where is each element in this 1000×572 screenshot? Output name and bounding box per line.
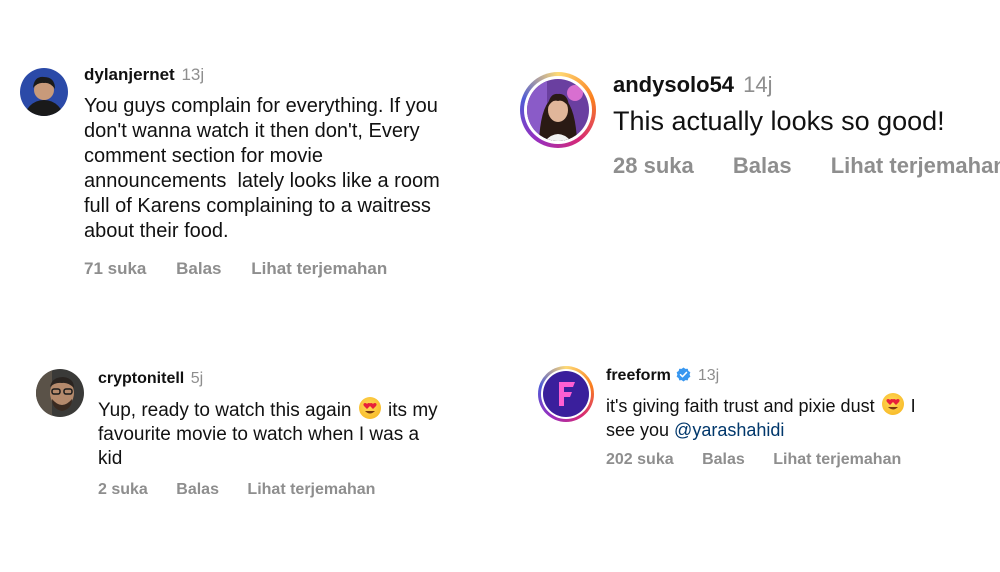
freeform-logo-icon[interactable] (543, 371, 589, 417)
likes-count[interactable]: 28 suka (613, 153, 694, 179)
text-segment: I (905, 396, 916, 416)
reply-button[interactable]: Balas (176, 481, 219, 499)
avatar[interactable] (20, 68, 68, 116)
translate-button[interactable]: Lihat terjemahan (251, 259, 387, 279)
comment-text: Yup, ready to watch this again its my fa… (98, 397, 438, 471)
comment-line: announcements lately looks like a room (84, 170, 440, 192)
heart-eyes-emoji-icon (881, 393, 904, 415)
text-segment: its my (382, 400, 438, 421)
comment-text: it's giving faith trust and pixie dust I… (606, 393, 916, 442)
comment-line: favourite movie to watch when I was a (98, 424, 420, 445)
reply-button[interactable]: Balas (702, 451, 745, 469)
comment-line: Yup, ready to watch this again its my (98, 397, 438, 423)
heart-eyes-emoji-icon (358, 397, 381, 419)
translate-button[interactable]: Lihat terjemahan (247, 481, 375, 499)
comment-line: full of Karens complaining to a waitress (84, 195, 431, 217)
avatar[interactable] (527, 79, 589, 141)
verified-badge-icon (676, 367, 691, 382)
likes-count[interactable]: 202 suka (606, 451, 674, 469)
username[interactable]: andysolo54 (613, 72, 734, 97)
timestamp: 13j (697, 367, 720, 384)
timestamp: 5j (190, 370, 204, 387)
comment-line: You guys complain for everything. If you (84, 95, 438, 117)
likes-count[interactable]: 71 suka (84, 259, 146, 279)
comment-line: about their food. (84, 220, 229, 242)
reply-button[interactable]: Balas (176, 259, 221, 279)
reply-button[interactable]: Balas (733, 153, 792, 179)
username[interactable]: dylanjernet (84, 65, 175, 84)
translate-button[interactable]: Lihat terjemahan (831, 153, 1000, 179)
text-segment: see you (606, 420, 675, 440)
comment-text: This actually looks so good! (613, 106, 945, 136)
timestamp: 13j (181, 65, 205, 84)
translate-button[interactable]: Lihat terjemahan (773, 451, 901, 469)
avatar[interactable] (36, 369, 84, 417)
text-segment: Yup, ready to watch this again (98, 400, 357, 421)
comment-text: You guys complain for everything. If you… (84, 94, 504, 244)
mention-link[interactable]: @yarashahidi (674, 420, 784, 440)
comment-line: it's giving faith trust and pixie dust I (606, 393, 916, 418)
comment-line: kid (98, 448, 123, 469)
comment-line: don't wanna watch it then don't, Every (84, 120, 420, 142)
comment-line: see you @yarashahidi (606, 418, 916, 442)
username[interactable]: cryptonitell (98, 370, 184, 387)
username[interactable]: freeform (606, 367, 671, 384)
timestamp: 14j (743, 72, 773, 97)
likes-count[interactable]: 2 suka (98, 481, 148, 499)
text-segment: it's giving faith trust and pixie dust (606, 396, 880, 416)
comment-line: comment section for movie (84, 145, 323, 167)
